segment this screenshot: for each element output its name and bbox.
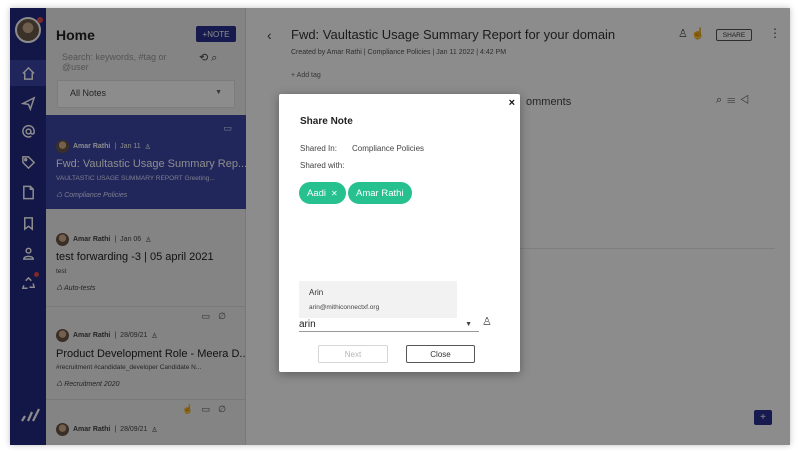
- add-user-icon[interactable]: ♙: [482, 315, 492, 328]
- chevron-down-icon[interactable]: ▼: [465, 321, 472, 328]
- chip-label: Aadi: [307, 187, 327, 199]
- next-button[interactable]: Next: [318, 345, 388, 363]
- user-chip: Aadi ✕: [299, 182, 346, 204]
- input-value: arin: [299, 319, 316, 330]
- remove-chip-icon[interactable]: ✕: [331, 189, 338, 198]
- app-window: Home +NOTE Search: keywords, #tag or @us…: [10, 8, 790, 445]
- dialog-title: Share Note: [300, 116, 353, 127]
- close-button[interactable]: Close: [406, 345, 475, 363]
- user-chip: Amar Rathi: [348, 182, 412, 204]
- suggestion-name: Arin: [309, 288, 324, 297]
- user-search-input[interactable]: arin ▼: [299, 319, 479, 332]
- shared-in-value: Compliance Policies: [352, 144, 425, 153]
- chip-label: Amar Rathi: [356, 187, 404, 199]
- user-suggestion[interactable]: Arin arin@mithiconnectxf.org: [299, 281, 457, 318]
- shared-with-label: Shared with:: [300, 161, 345, 170]
- close-icon[interactable]: ×: [509, 97, 515, 109]
- shared-in-label: Shared In:: [300, 144, 337, 153]
- share-note-dialog: × Share Note Shared In: Compliance Polic…: [279, 94, 520, 372]
- suggestion-email: arin@mithiconnectxf.org: [309, 304, 380, 311]
